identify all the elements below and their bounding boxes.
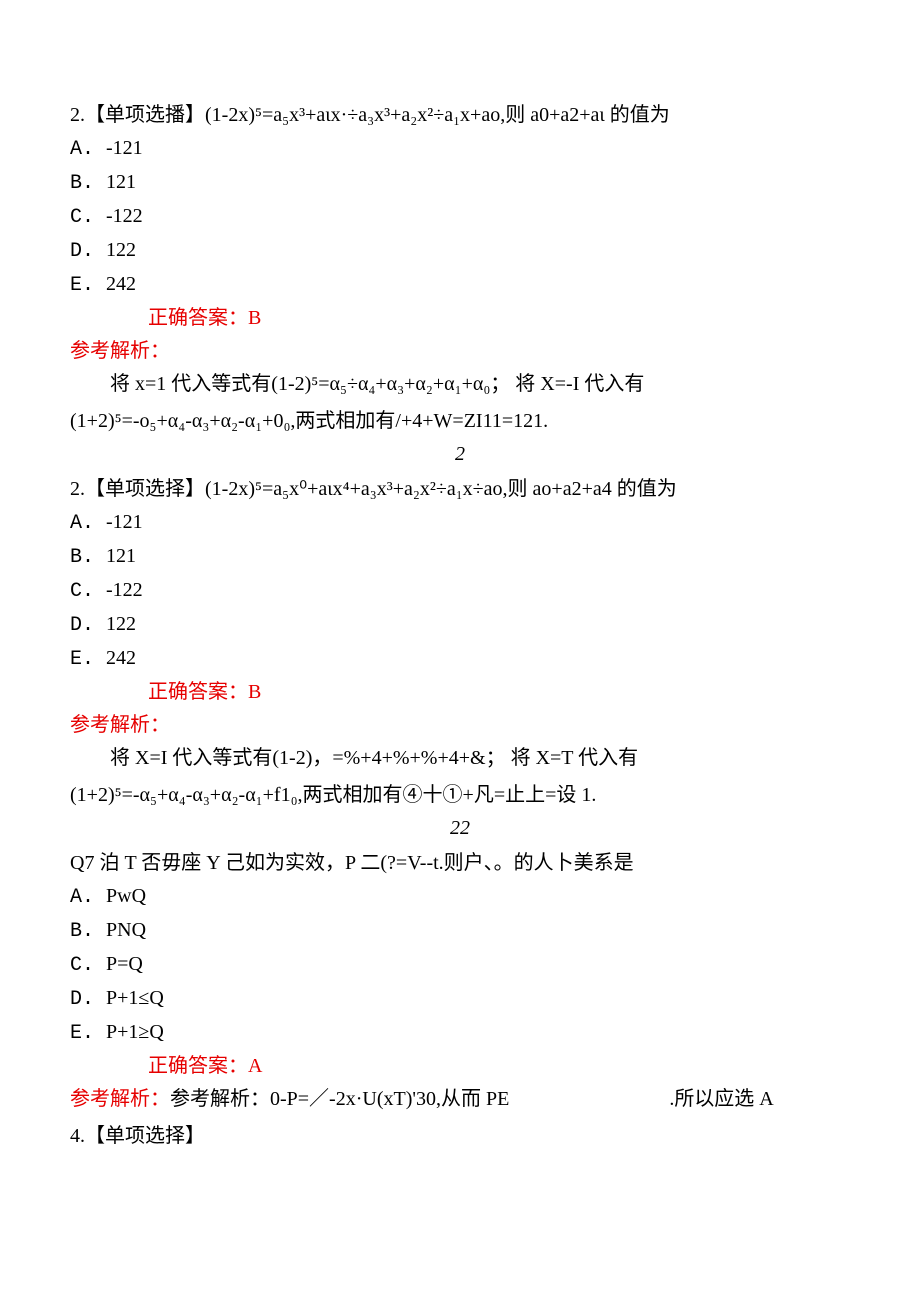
q1-option-d: D. 122 [70,235,850,267]
q1-correct-answer: 正确答案：B [148,307,261,329]
option-text: -121 [106,511,143,533]
option-text: 242 [106,273,136,295]
option-label: D. [70,988,94,1011]
q2-formula: (1+2)⁵=-α₅+α₄-α₃+α₂-α₁+f1₀,两式相加有④十①+凡=止上… [70,780,850,811]
q2-option-e: E. 242 [70,643,850,675]
q1-fraction: 2 [70,439,850,470]
option-text: -122 [106,205,143,227]
q2-option-c: C. -122 [70,575,850,607]
q2-option-d: D. 122 [70,609,850,641]
question-4-stem: 4.【单项选择】 [70,1121,850,1152]
q2-analysis-heading: 参考解析： [70,710,850,741]
q2-option-b: B. 121 [70,541,850,573]
option-text: PwQ [106,885,146,907]
q2-analysis-body: 将 X=I 代入等式有(1-2)，=%+4+%+%+4+&； 将 X=T 代入有 [70,743,850,774]
option-label: B. [70,546,94,569]
q3-analysis-tail: .所以应选 A [669,1088,773,1110]
option-text: P+1≤Q [106,987,164,1009]
option-label: D. [70,614,94,637]
q3-analysis-text: 参考解析：0-P=／-2x·U(xT)'30,从而 PE [170,1088,509,1110]
option-label: A. [70,512,94,535]
option-text: P=Q [106,953,143,975]
q1-option-b: B. 121 [70,167,850,199]
question-3-stem: Q7 泊 T 否毋座 Y 己如为实效，P 二(?=V--t.则户、。的人卜美系是 [70,848,850,879]
q3-analysis-line: 参考解析：参考解析：0-P=／-2x·U(xT)'30,从而 PE .所以应选 A [70,1084,850,1115]
q2-correct-answer: 正确答案：B [148,681,261,703]
option-label: B. [70,172,94,195]
q1-option-e: E. 242 [70,269,850,301]
option-label: E. [70,274,94,297]
q3-option-d: D. P+1≤Q [70,983,850,1015]
q3-option-a: A. PwQ [70,881,850,913]
option-label: C. [70,954,94,977]
q1-analysis-body: 将 x=1 代入等式有(1-2)⁵=α₅÷α₄+α₃+α₂+α₁+α₀； 将 X… [70,369,850,400]
option-text: 122 [106,613,136,635]
option-text: 121 [106,545,136,567]
q1-analysis-heading: 参考解析： [70,336,850,367]
option-text: -121 [106,137,143,159]
q3-option-c: C. P=Q [70,949,850,981]
option-text: 121 [106,171,136,193]
question-1-stem: 2.【单项选播】(1-2x)⁵=a₅x³+aιx·÷a₃x³+a₂x²÷a₁x+… [70,100,850,131]
option-label: D. [70,240,94,263]
q1-option-a: A. -121 [70,133,850,165]
option-text: 242 [106,647,136,669]
option-text: -122 [106,579,143,601]
option-label: E. [70,648,94,671]
q1-formula: (1+2)⁵=-o₅+α₄-α₃+α₂-α₁+0₀,两式相加有/+4+W=ZI1… [70,406,850,437]
q3-correct-answer: 正确答案：A [148,1055,262,1077]
q3-option-b: B. PNQ [70,915,850,947]
option-label: C. [70,206,94,229]
option-label: C. [70,580,94,603]
q2-option-a: A. -121 [70,507,850,539]
option-label: E. [70,1022,94,1045]
option-text: 122 [106,239,136,261]
question-2-stem: 2.【单项选择】(1-2x)⁵=a₅x⁰+aιx⁴+a₃x³+a₂x²÷a₁x÷… [70,474,850,505]
q2-fraction: 22 [70,813,850,844]
option-text: PNQ [106,919,146,941]
option-label: B. [70,920,94,943]
q3-analysis-heading: 参考解析： [70,1088,170,1110]
q1-option-c: C. -122 [70,201,850,233]
option-label: A. [70,886,94,909]
option-text: P+1≥Q [106,1021,164,1043]
option-label: A. [70,138,94,161]
q3-option-e: E. P+1≥Q [70,1017,850,1049]
